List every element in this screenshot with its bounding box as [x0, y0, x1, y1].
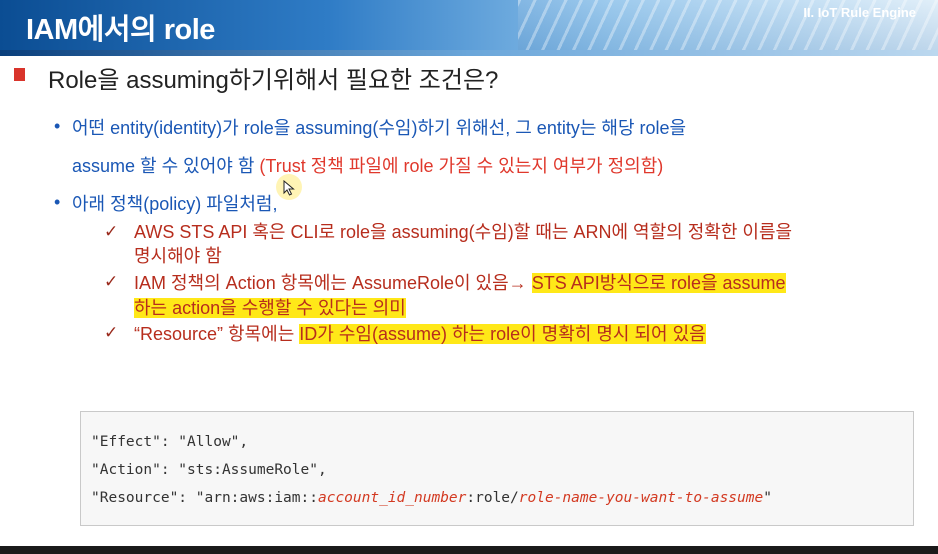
video-frame-bottom-edge [0, 546, 938, 554]
bullet-1-line-2: assume 할 수 있어야 함 (Trust 정책 파일에 role 가질 수… [72, 152, 663, 178]
check-3-line: “Resource” 항목에는 ID가 수임(assume) 하는 role이 … [134, 323, 706, 345]
code-resource-suffix: " [763, 490, 772, 506]
bullet-icon: • [54, 192, 61, 212]
mouse-pointer-icon [276, 174, 302, 200]
check-icon: ✓ [104, 272, 119, 292]
code-role-placeholder: role-name-you-want-to-assume [518, 490, 764, 506]
check-1-line-2: 명시해야 함 [134, 246, 222, 266]
code-resource-mid: :role/ [466, 490, 519, 506]
slide-header: IAM에서의 role II. IoT Rule Engine [0, 0, 938, 56]
check-icon: ✓ [104, 222, 119, 242]
policy-code-block: "Effect": "Allow", "Action": "sts:Assume… [80, 411, 914, 526]
check-2-line-2: 하는 action을 수행할 수 있다는 의미 [134, 297, 406, 319]
check-2-line-1: IAM 정책의 Action 항목에는 AssumeRole이 있음→ STS … [134, 272, 786, 294]
bullet-2-text: 아래 정책(policy) 파일처럼, [72, 194, 278, 214]
check-2-highlight-2: 하는 action을 수행할 수 있다는 의미 [134, 298, 406, 318]
check-2-plain: IAM 정책의 Action 항목에는 AssumeRole이 있음→ [134, 273, 532, 293]
bullet-1-line-1: 어떤 entity(identity)가 role을 assuming(수임)하… [72, 118, 687, 138]
check-3-highlight: ID가 수임(assume) 하는 role이 명확히 명시 되어 있음 [299, 324, 706, 344]
bullet-1-red-note: (Trust 정책 파일에 role 가질 수 있는지 여부가 정의함) [259, 156, 664, 176]
code-effect-line: "Effect": "Allow", [91, 434, 249, 450]
header-underline [0, 50, 938, 56]
bullet-1-plain: assume 할 수 있어야 함 [72, 156, 260, 176]
code-resource-prefix: "Resource": "arn:aws:iam:: [91, 490, 318, 506]
check-3-plain: “Resource” 항목에는 [134, 324, 300, 344]
code-resource-line: "Resource": "arn:aws:iam::account_id_num… [91, 490, 772, 506]
check-1-line-1: AWS STS API 혹은 CLI로 role을 assuming(수임)할 … [134, 222, 793, 242]
check-icon: ✓ [104, 323, 119, 343]
bullet-icon: • [54, 116, 61, 136]
section-heading: Role을 assuming하기위해서 필요한 조건은? [48, 67, 499, 94]
code-action-line: "Action": "sts:AssumeRole", [91, 462, 327, 478]
check-2-highlight-1: STS API방식으로 role을 assume [531, 273, 786, 293]
chapter-label: II. IoT Rule Engine [803, 5, 916, 20]
slide-title: IAM에서의 role [26, 14, 215, 46]
code-account-placeholder: account_id_number [317, 490, 467, 506]
red-square-icon [14, 68, 25, 81]
